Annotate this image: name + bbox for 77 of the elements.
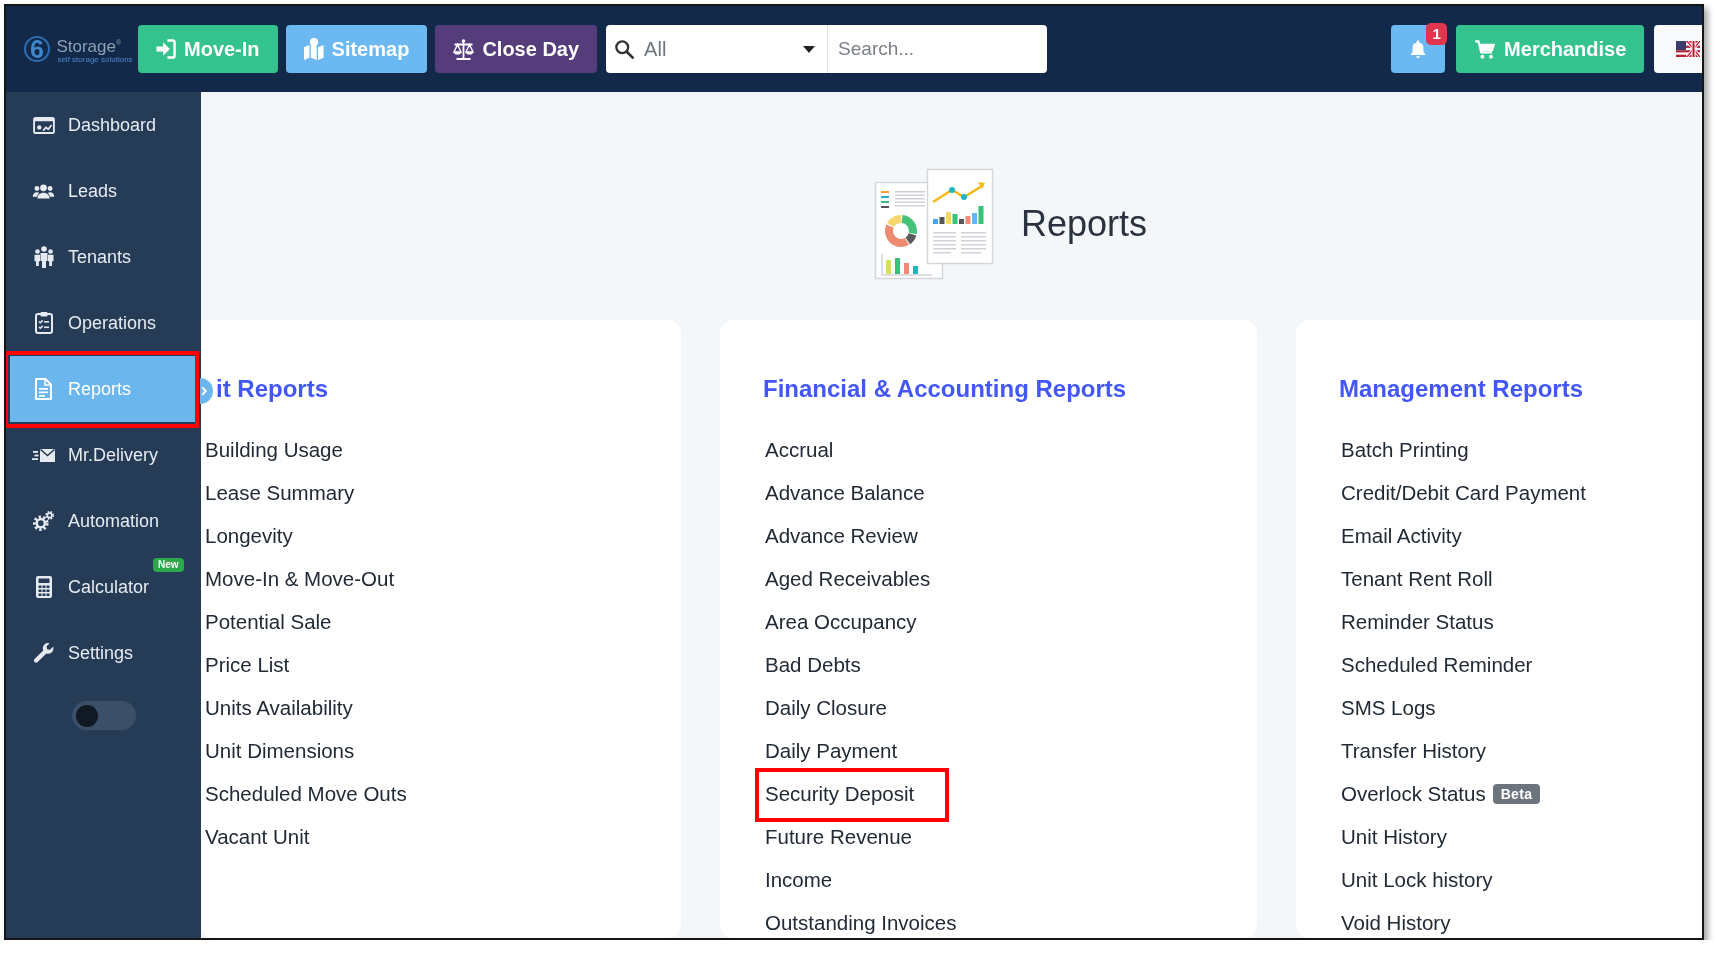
nav-item[interactable]: Operations — [10, 290, 197, 356]
nav-item[interactable]: Calculator New — [10, 554, 197, 620]
nav-item[interactable]: Mr.Delivery — [10, 422, 197, 488]
nav-item[interactable]: Tenants — [10, 224, 197, 290]
users-icon — [32, 183, 55, 199]
bell-icon — [1410, 39, 1427, 59]
report-link[interactable]: Unit Lock history — [1341, 868, 1493, 892]
scope-select[interactable]: All — [606, 25, 828, 73]
report-link[interactable]: Batch Printing — [1341, 438, 1469, 462]
beta-badge: Beta — [1492, 784, 1541, 804]
new-badge: New — [153, 558, 184, 572]
report-link[interactable]: Price List — [205, 653, 290, 677]
report-link[interactable]: Aged Receivables — [765, 567, 931, 591]
sign-in-icon — [156, 39, 176, 59]
report-link[interactable]: Future Revenue — [765, 825, 912, 849]
report-link[interactable]: Email Activity — [1341, 524, 1462, 548]
envelope-icon — [32, 448, 55, 462]
chevron-right-icon — [201, 386, 207, 396]
report-documents-icon — [874, 168, 994, 280]
report-group-title: Financial & Accounting Reports — [763, 374, 1127, 404]
report-link[interactable]: Advance Balance — [765, 481, 925, 505]
notification-count: 1 — [1426, 23, 1448, 45]
search-icon — [615, 39, 635, 59]
logo-tagline: self storage solutions — [57, 55, 134, 65]
report-link[interactable]: Void History — [1341, 911, 1451, 935]
report-link[interactable]: Tenant Rent Roll — [1341, 567, 1493, 591]
wrench-icon — [33, 643, 54, 663]
nav-item[interactable]: Leads — [10, 158, 197, 224]
report-link[interactable]: Accrual — [765, 438, 834, 462]
clipboard-icon — [34, 312, 53, 334]
report-link[interactable]: Daily Payment — [765, 739, 898, 763]
report-link[interactable]: Daily Closure — [765, 696, 887, 720]
people-icon — [33, 246, 54, 268]
report-link[interactable]: Move-In & Move-Out — [205, 567, 395, 591]
report-link[interactable]: Unit History — [1341, 825, 1447, 849]
caret-icon — [803, 45, 816, 53]
report-link[interactable]: Income — [765, 868, 833, 892]
dark-mode-toggle[interactable] — [72, 701, 136, 730]
report-link[interactable]: Longevity — [205, 524, 293, 548]
report-link[interactable]: Area Occupancy — [765, 610, 917, 634]
logo-text: Storage$^{®}$ — [56, 35, 123, 56]
report-link[interactable]: SMS Logs — [1341, 696, 1436, 720]
report-link[interactable]: Scheduled Reminder — [1341, 653, 1533, 677]
report-link[interactable]: Credit/Debit Card Payment — [1341, 481, 1586, 505]
report-link[interactable]: Units Availability — [205, 696, 353, 720]
cart-icon — [1474, 39, 1497, 59]
nav-item[interactable]: Automation — [10, 488, 197, 554]
report-link[interactable]: Lease Summary — [205, 481, 355, 505]
report-link[interactable]: Overlock Status Beta — [1341, 782, 1541, 806]
dashboard-icon — [32, 116, 55, 134]
report-group-title: it Reports — [216, 374, 328, 404]
map-icon — [303, 38, 324, 60]
page-title: Reports — [1021, 202, 1148, 246]
nav-item[interactable]: Dashboard — [10, 92, 197, 158]
report-link[interactable]: Unit Dimensions — [205, 739, 355, 763]
report-link[interactable]: Building Usage — [205, 438, 343, 462]
gears-icon — [33, 511, 54, 531]
report-link[interactable]: Bad Debts — [765, 653, 861, 677]
close-day-button[interactable]: Close Day — [435, 25, 598, 73]
search-field[interactable]: Search... — [827, 25, 1048, 73]
report-link[interactable]: Advance Review — [765, 524, 918, 548]
scale-icon — [453, 38, 475, 60]
report-link[interactable]: Vacant Unit — [205, 825, 310, 849]
nav-item[interactable]: Settings — [10, 620, 197, 686]
language-button[interactable] — [1654, 25, 1702, 73]
calculator-icon — [35, 576, 52, 598]
flag-icon — [1676, 41, 1701, 57]
logo-mark: 6 — [24, 36, 50, 62]
report-link[interactable]: Outstanding Invoices — [765, 911, 957, 935]
notifications-button[interactable]: 1 — [1391, 25, 1446, 73]
report-group-title: Management Reports — [1339, 374, 1584, 404]
document-icon — [35, 378, 52, 400]
report-link[interactable]: Scheduled Move Outs — [205, 782, 407, 806]
report-link[interactable]: Potential Sale — [205, 610, 332, 634]
report-link[interactable]: Reminder Status — [1341, 610, 1494, 634]
report-link[interactable]: Transfer History — [1341, 739, 1487, 763]
report-link[interactable]: Security Deposit — [765, 782, 915, 806]
